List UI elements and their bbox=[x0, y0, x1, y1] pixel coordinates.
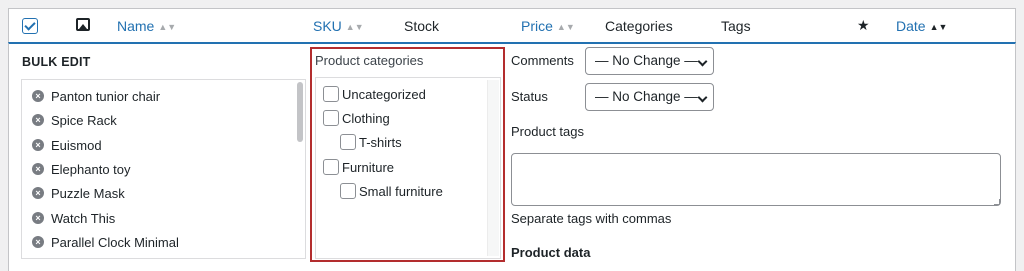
category-item-uncategorized[interactable]: Uncategorized bbox=[323, 85, 426, 103]
category-checkbox[interactable] bbox=[323, 159, 339, 175]
column-sku-label: SKU bbox=[313, 18, 342, 34]
category-label: Uncategorized bbox=[342, 86, 426, 102]
status-select[interactable]: — No Change — bbox=[585, 83, 714, 111]
category-label: Furniture bbox=[342, 159, 395, 175]
table-header: Name ▲▼ SKU ▲▼ Stock Price ▲▼ Categories Ta… bbox=[8, 8, 1016, 42]
chevron-down-icon bbox=[697, 56, 708, 67]
column-sku[interactable]: SKU ▲▼ bbox=[313, 18, 364, 34]
list-item: × Watch This bbox=[32, 208, 115, 228]
product-tags-textarea[interactable] bbox=[511, 153, 1001, 206]
product-title: Elephanto toy bbox=[51, 161, 131, 177]
product-title: Puzzle Mask bbox=[51, 185, 125, 201]
remove-icon[interactable]: × bbox=[32, 187, 44, 199]
comments-select[interactable]: — No Change — bbox=[585, 47, 714, 75]
category-checkbox[interactable] bbox=[323, 86, 339, 102]
list-item: × Puzzle Mask bbox=[32, 183, 125, 203]
categories-scrollbar[interactable] bbox=[487, 80, 499, 256]
product-title: Watch This bbox=[51, 210, 116, 226]
sort-icon: ▲▼ bbox=[345, 22, 364, 32]
column-name-label: Name bbox=[117, 18, 155, 34]
remove-icon[interactable]: × bbox=[32, 90, 44, 102]
category-label: Small furniture bbox=[359, 183, 443, 199]
bulk-edit-title: BULK EDIT bbox=[22, 55, 91, 69]
status-label: Status bbox=[511, 89, 548, 104]
product-title: Spice Rack bbox=[51, 112, 117, 128]
product-title: Parallel Clock Minimal bbox=[51, 234, 179, 250]
chevron-down-icon bbox=[697, 92, 708, 103]
list-item: × Spice Rack bbox=[32, 110, 117, 130]
product-data-label: Product data bbox=[511, 245, 591, 260]
bulk-edit-product-list: × Panton tunior chair × Spice Rack × Eui… bbox=[21, 79, 306, 259]
product-list-scrollbar[interactable] bbox=[297, 82, 303, 258]
category-item-t-shirts[interactable]: T-shirts bbox=[340, 133, 402, 151]
remove-icon[interactable]: × bbox=[32, 139, 44, 151]
column-name[interactable]: Name ▲▼ bbox=[117, 18, 176, 34]
column-price[interactable]: Price ▲▼ bbox=[521, 18, 575, 34]
comments-label: Comments bbox=[511, 53, 574, 68]
comments-select-value: — No Change — bbox=[595, 53, 698, 68]
image-icon bbox=[76, 18, 90, 31]
product-title: Panton tunior chair bbox=[51, 88, 161, 104]
list-item: × Euismod bbox=[32, 135, 102, 155]
category-label: T-shirts bbox=[359, 134, 402, 150]
category-checkbox[interactable] bbox=[340, 134, 356, 150]
remove-icon[interactable]: × bbox=[32, 163, 44, 175]
product-title: Euismod bbox=[51, 137, 102, 153]
sort-icon: ▲▼ bbox=[929, 22, 948, 32]
sort-icon: ▲▼ bbox=[158, 22, 177, 32]
remove-icon[interactable]: × bbox=[32, 212, 44, 224]
category-checkbox[interactable] bbox=[340, 183, 356, 199]
column-categories: Categories bbox=[605, 18, 673, 34]
scrollbar-thumb[interactable] bbox=[297, 82, 303, 142]
column-tags: Tags bbox=[721, 18, 751, 34]
featured-star-icon[interactable]: ★ bbox=[857, 17, 870, 34]
list-item: × Parallel Clock Minimal bbox=[32, 232, 179, 252]
category-item-small-furniture[interactable]: Small furniture bbox=[340, 182, 443, 200]
status-select-value: — No Change — bbox=[595, 89, 698, 104]
remove-icon[interactable]: × bbox=[32, 114, 44, 126]
product-tags-label: Product tags bbox=[511, 124, 584, 139]
category-checkbox[interactable] bbox=[323, 110, 339, 126]
tags-hint: Separate tags with commas bbox=[511, 211, 672, 226]
column-stock: Stock bbox=[404, 18, 440, 34]
list-item: × Panton tunior chair bbox=[32, 86, 160, 106]
remove-icon[interactable]: × bbox=[32, 236, 44, 248]
resize-handle-icon[interactable] bbox=[994, 199, 1000, 205]
category-item-clothing[interactable]: Clothing bbox=[323, 109, 390, 127]
column-price-label: Price bbox=[521, 18, 553, 34]
column-date-label: Date bbox=[896, 18, 926, 34]
product-categories-label: Product categories bbox=[315, 53, 424, 68]
category-item-furniture[interactable]: Furniture bbox=[323, 158, 394, 176]
select-all-checkbox[interactable] bbox=[22, 18, 38, 34]
list-item: × Elephanto toy bbox=[32, 159, 131, 179]
sort-icon: ▲▼ bbox=[556, 22, 575, 32]
column-date[interactable]: Date ▲▼ bbox=[896, 18, 947, 34]
category-label: Clothing bbox=[342, 110, 390, 126]
